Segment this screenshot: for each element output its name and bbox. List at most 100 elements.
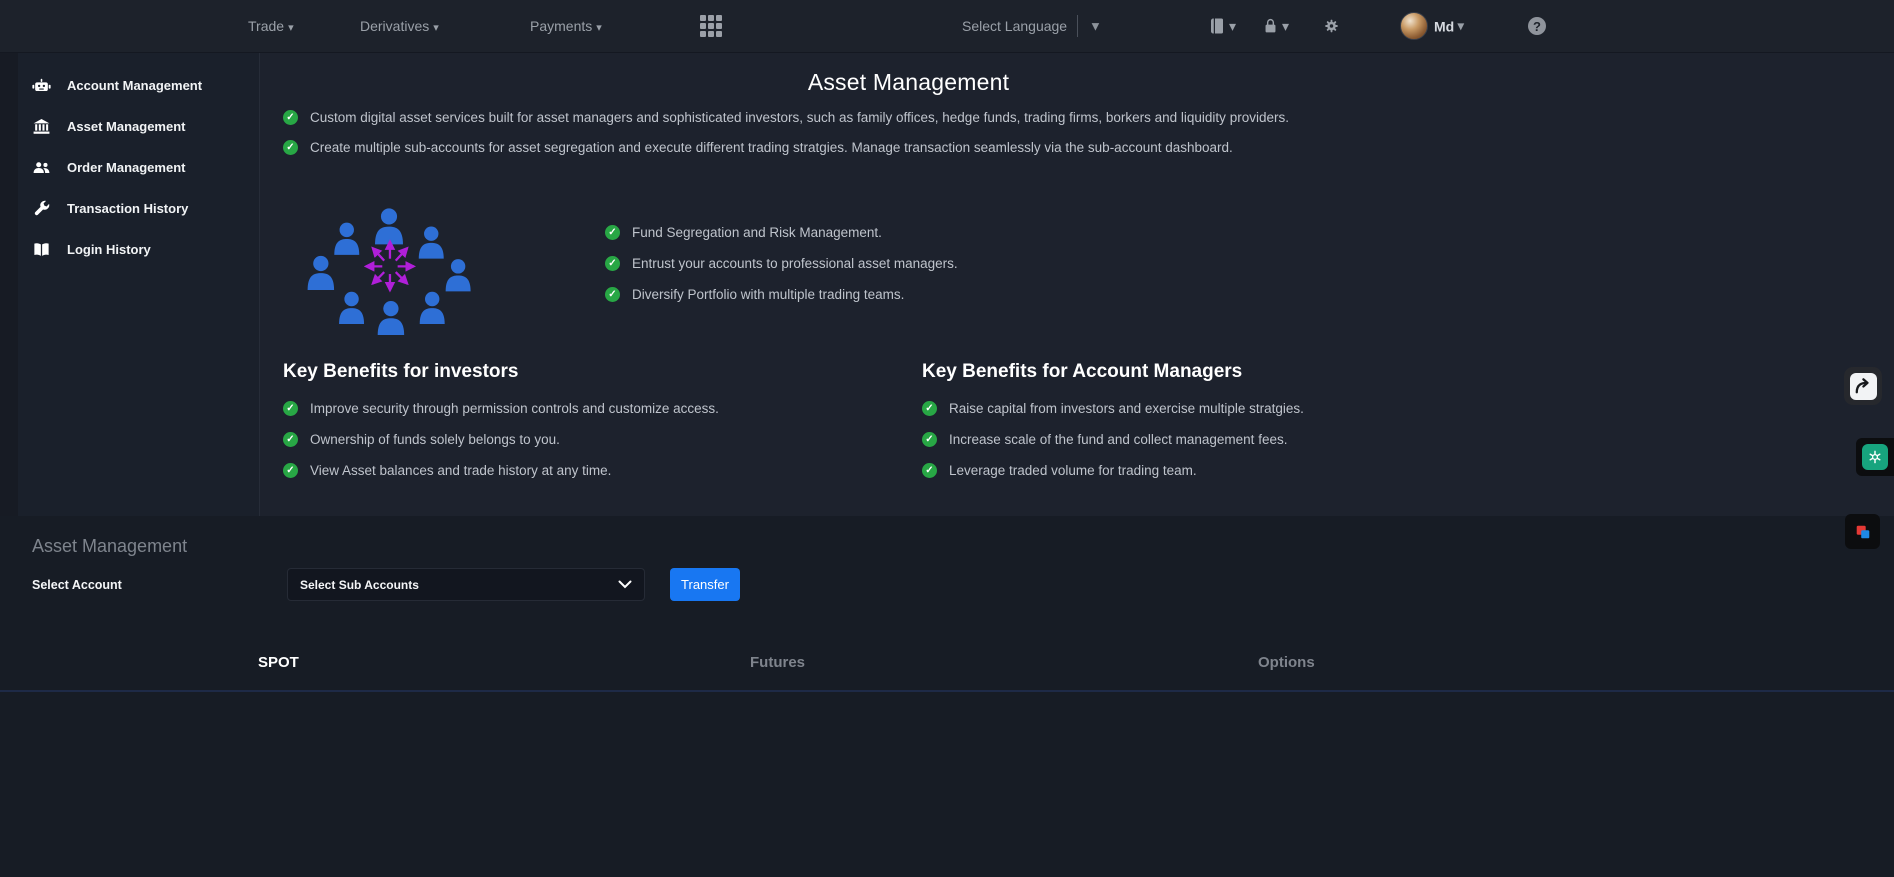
benefit-text: Improve security through permission cont… (310, 401, 719, 416)
share-icon (1849, 372, 1877, 400)
sidebar-item-label: Transaction History (67, 201, 189, 216)
robot-icon (32, 78, 51, 92)
gear-icon (1325, 19, 1338, 33)
feature-text: Diversify Portfolio with multiple tradin… (632, 287, 905, 302)
feature-row: ✓ Fund Segregation and Risk Management. … (283, 203, 1534, 345)
feature-text: Fund Segregation and Risk Management. (632, 225, 882, 240)
benefit-bullet: ✓ View Asset balances and trade history … (283, 461, 922, 480)
sidebar-item-order-management[interactable]: Order Management (18, 147, 259, 188)
check-icon: ✓ (922, 463, 937, 478)
lock-icon (1265, 18, 1276, 33)
check-icon: ✓ (283, 110, 298, 125)
check-icon: ✓ (283, 463, 298, 478)
intro-text: Custom digital asset services built for … (310, 110, 1289, 125)
share-extension-button[interactable] (1844, 367, 1882, 405)
manager-benefits-title: Key Benefits for Account Managers (922, 361, 1243, 382)
transfer-panel: Asset Management Select Account Select S… (0, 516, 1894, 877)
check-icon: ✓ (922, 401, 937, 416)
sidebar-item-label: Asset Management (67, 119, 186, 134)
user-avatar[interactable] (1400, 12, 1428, 40)
caret-down-icon: ▾ (433, 22, 439, 34)
sidebar-item-account-management[interactable]: Account Management (18, 65, 259, 106)
investor-benefits-title: Key Benefits for investors (283, 361, 519, 382)
chatgpt-extension-button[interactable] (1856, 438, 1894, 476)
sidebar-item-login-history[interactable]: Login History (18, 229, 259, 270)
check-icon: ✓ (605, 287, 620, 302)
feature-bullet: ✓ Diversify Portfolio with multiple trad… (605, 285, 958, 304)
intro-bullet: ✓ Custom digital asset services built fo… (283, 108, 1534, 127)
select-account-label: Select Account (32, 578, 122, 592)
nav-menu-trade[interactable]: Trade ▾ (248, 18, 294, 34)
nav-menu-derivatives[interactable]: Derivatives ▾ (360, 18, 439, 34)
help-icon[interactable]: ? (1528, 17, 1546, 35)
caret-down-icon: ▾ (288, 22, 294, 34)
investor-benefits: Key Benefits for investors ✓ Improve sec… (283, 361, 922, 492)
security-menu[interactable]: ▾ (1262, 17, 1289, 35)
settings-button[interactable] (1322, 17, 1341, 36)
feature-bullet: ✓ Fund Segregation and Risk Management. (605, 223, 958, 242)
orders-menu[interactable]: ▾ (1208, 17, 1236, 35)
user-menu[interactable]: Md ▾ (1434, 18, 1464, 35)
overlapping-squares-icon (1856, 525, 1869, 538)
username-label: Md (1434, 18, 1455, 34)
main-content: Asset Management ✓ Custom digital asset … (260, 53, 1894, 516)
check-icon: ✓ (283, 401, 298, 416)
nav-menu-payments-label: Payments (530, 18, 593, 34)
open-book-icon (34, 243, 49, 256)
divider (1077, 15, 1078, 37)
intro-bullet: ✓ Create multiple sub-accounts for asset… (283, 138, 1534, 157)
sub-accounts-select-value: Select Sub Accounts (300, 577, 419, 592)
team-network-illustration (301, 203, 477, 345)
feature-bullet: ✓ Entrust your accounts to professional … (605, 254, 958, 273)
language-dropdown-icon[interactable]: ▼ (1089, 19, 1102, 34)
nav-menu-derivatives-label: Derivatives (360, 18, 430, 34)
bank-icon (33, 118, 50, 134)
content-layout: Account Management Asset Management Orde… (0, 53, 1894, 516)
tab-options[interactable]: Options (1258, 654, 1315, 671)
benefit-bullet: ✓ Leverage traded volume for trading tea… (922, 461, 1534, 480)
check-icon: ✓ (922, 432, 937, 447)
caret-down-icon: ▾ (1457, 17, 1465, 34)
feature-text: Entrust your accounts to professional as… (632, 256, 958, 271)
page-title: Asset Management (807, 69, 1010, 95)
benefit-text: Ownership of funds solely belongs to you… (310, 432, 560, 447)
tab-futures[interactable]: Futures (750, 654, 805, 671)
nav-menu-payments[interactable]: Payments ▾ (530, 18, 602, 34)
sidebar-item-label: Order Management (67, 160, 186, 175)
people-circle-arrows-icon (307, 208, 471, 336)
check-icon: ✓ (605, 225, 620, 240)
users-icon (33, 162, 50, 174)
manager-benefits: Key Benefits for Account Managers ✓ Rais… (922, 361, 1534, 492)
check-icon: ✓ (605, 256, 620, 271)
tabs-divider (0, 690, 1894, 692)
caret-down-icon: ▾ (1282, 17, 1290, 34)
top-navigation-bar: Trade ▾ Derivatives ▾ Payments ▾ Select Lan… (0, 0, 1894, 53)
sidebar-item-asset-management[interactable]: Asset Management (18, 106, 259, 147)
ledger-book-icon (1211, 18, 1223, 34)
benefit-bullet: ✓ Increase scale of the fund and collect… (922, 430, 1534, 449)
apps-grid-icon[interactable] (700, 15, 722, 37)
benefit-bullet: ✓ Improve security through permission co… (283, 399, 922, 418)
benefit-bullet: ✓ Raise capital from investors and exerc… (922, 399, 1534, 418)
chatgpt-icon (1862, 444, 1888, 470)
check-icon: ✓ (283, 432, 298, 447)
tab-spot[interactable]: SPOT (258, 654, 299, 671)
sidebar-item-label: Login History (67, 242, 151, 257)
benefit-text: Increase scale of the fund and collect m… (949, 432, 1288, 447)
caret-down-icon: ▾ (1229, 17, 1237, 34)
wrench-icon (34, 200, 50, 216)
check-icon: ✓ (283, 140, 298, 155)
transfer-panel-heading: Asset Management (32, 536, 188, 556)
sub-accounts-select[interactable]: Select Sub Accounts (287, 568, 645, 601)
asset-management-page: Trade ▾ Derivatives ▾ Payments ▾ Select Lan… (0, 0, 1894, 877)
chevron-down-icon (618, 580, 632, 589)
benefit-text: Leverage traded volume for trading team. (949, 463, 1197, 478)
select-language[interactable]: Select Language (962, 18, 1067, 34)
benefits-row: Key Benefits for investors ✓ Improve sec… (283, 361, 1534, 492)
sidebar-item-transaction-history[interactable]: Transaction History (18, 188, 259, 229)
benefit-text: Raise capital from investors and exercis… (949, 401, 1304, 416)
screenshot-extension-button[interactable] (1845, 514, 1880, 549)
benefit-text: View Asset balances and trade history at… (310, 463, 612, 478)
sidebar-item-label: Account Management (67, 78, 203, 93)
transfer-button[interactable]: Transfer (670, 568, 740, 601)
